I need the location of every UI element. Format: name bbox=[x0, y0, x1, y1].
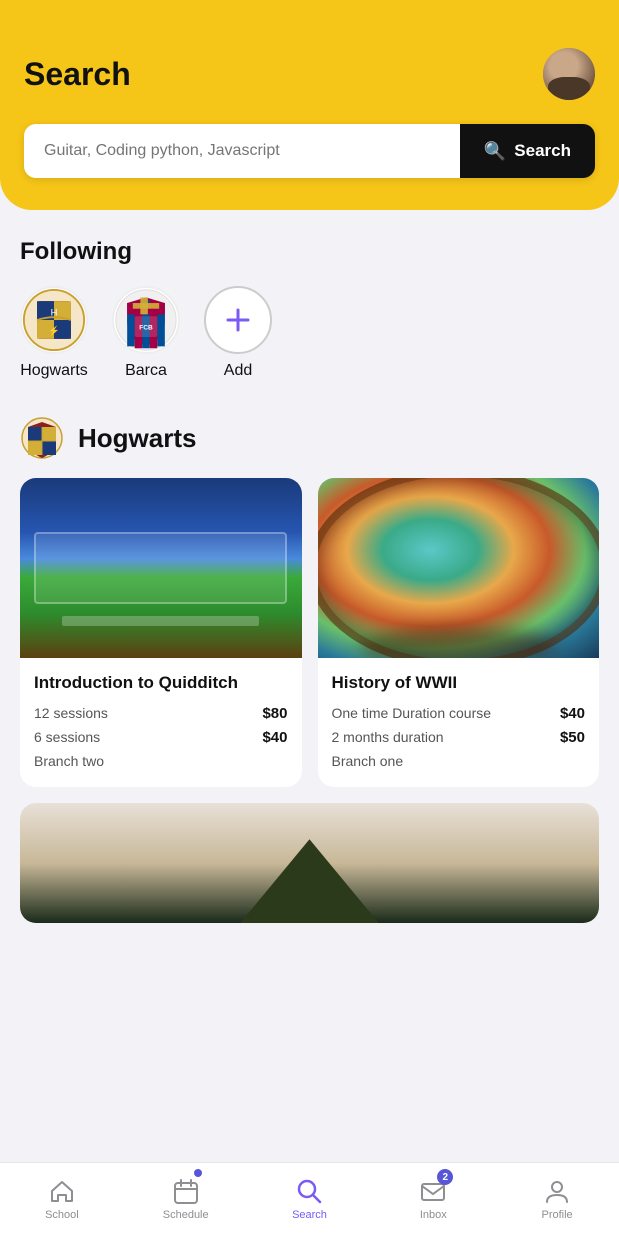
nav-label-schedule: Schedule bbox=[163, 1209, 209, 1221]
card-sessions-1: 12 sessions bbox=[34, 704, 108, 724]
nav-label-profile: Profile bbox=[541, 1209, 572, 1221]
school-name: Hogwarts bbox=[78, 423, 196, 454]
card-title-wwii: History of WWII bbox=[332, 672, 586, 694]
nav-item-inbox[interactable]: 2 Inbox bbox=[371, 1163, 495, 1234]
svg-text:⚡: ⚡ bbox=[48, 325, 60, 337]
card-title-quidditch: Introduction to Quidditch bbox=[34, 672, 288, 694]
nav-label-inbox: Inbox bbox=[420, 1209, 447, 1221]
card-quidditch[interactable]: Introduction to Quidditch 12 sessions $8… bbox=[20, 478, 302, 787]
hogwarts-crest-icon: H ⚡ bbox=[22, 288, 86, 352]
school-section-hogwarts: Hogwarts Introduction to Quidditch 12 se… bbox=[20, 416, 599, 923]
plus-icon bbox=[222, 304, 254, 336]
plant-image bbox=[20, 803, 599, 923]
hogwarts-label: Hogwarts bbox=[20, 362, 88, 380]
house-icon bbox=[48, 1177, 76, 1205]
nav-label-search: Search bbox=[292, 1209, 327, 1221]
add-badge bbox=[204, 286, 272, 354]
following-title: Following bbox=[20, 238, 599, 266]
card-body-quidditch: Introduction to Quidditch 12 sessions $8… bbox=[20, 658, 302, 787]
header-section: Search 🔍 Search bbox=[0, 0, 619, 210]
svg-text:H: H bbox=[51, 306, 58, 317]
hogwarts-badge: H ⚡ bbox=[20, 286, 88, 354]
header-top: Search bbox=[24, 48, 595, 100]
card-duration-2: 2 months duration bbox=[332, 728, 444, 748]
nav-item-schedule[interactable]: Schedule bbox=[124, 1163, 248, 1234]
following-item-add[interactable]: Add bbox=[204, 286, 272, 380]
school-header: Hogwarts bbox=[20, 416, 599, 460]
card-detail-row-4: 2 months duration $50 bbox=[332, 728, 586, 748]
card-branch-quidditch: Branch two bbox=[34, 753, 288, 769]
following-item-hogwarts[interactable]: H ⚡ Hogwarts bbox=[20, 286, 88, 380]
globe-image bbox=[318, 478, 600, 658]
nav-item-profile[interactable]: Profile bbox=[495, 1163, 619, 1234]
nav-item-search[interactable]: Search bbox=[248, 1163, 372, 1234]
svg-text:FCB: FCB bbox=[139, 324, 153, 331]
search-bar: 🔍 Search bbox=[24, 124, 595, 178]
school-crest-icon bbox=[20, 416, 64, 460]
following-section: Following H ⚡ Ho bbox=[20, 238, 599, 380]
card-detail-row-2: 6 sessions $40 bbox=[34, 728, 288, 748]
barca-badge: FCB bbox=[112, 286, 180, 354]
nav-item-school[interactable]: School bbox=[0, 1163, 124, 1234]
search-icon: 🔍 bbox=[484, 141, 506, 162]
card-price-3: $40 bbox=[560, 705, 585, 722]
search-button-label: Search bbox=[514, 141, 571, 161]
following-item-barca[interactable]: FCB Barca bbox=[112, 286, 180, 380]
stadium-image bbox=[20, 478, 302, 658]
barca-crest-icon: FCB bbox=[114, 288, 178, 352]
barca-label: Barca bbox=[125, 362, 167, 380]
search-input[interactable] bbox=[24, 124, 460, 178]
card-body-wwii: History of WWII One time Duration course… bbox=[318, 658, 600, 787]
main-content: Following H ⚡ Ho bbox=[0, 210, 619, 1047]
card-branch-wwii: Branch one bbox=[332, 753, 586, 769]
add-label: Add bbox=[224, 362, 252, 380]
page-title: Search bbox=[24, 56, 131, 93]
calendar-icon bbox=[172, 1177, 200, 1205]
bottom-nav: School Schedule Search 2 Inbox Profil bbox=[0, 1162, 619, 1246]
search-nav-icon bbox=[295, 1177, 323, 1205]
schedule-dot bbox=[194, 1169, 202, 1177]
inbox-badge: 2 bbox=[437, 1169, 453, 1185]
card-detail-row-1: 12 sessions $80 bbox=[34, 704, 288, 724]
cards-grid: Introduction to Quidditch 12 sessions $8… bbox=[20, 478, 599, 787]
card-price-2: $40 bbox=[262, 729, 287, 746]
avatar[interactable] bbox=[543, 48, 595, 100]
card-sessions-2: 6 sessions bbox=[34, 728, 100, 748]
avatar-image bbox=[543, 48, 595, 100]
card-detail-row-3: One time Duration course $40 bbox=[332, 704, 586, 724]
person-icon bbox=[543, 1177, 571, 1205]
card-partial[interactable] bbox=[20, 803, 599, 923]
card-wwii[interactable]: History of WWII One time Duration course… bbox=[318, 478, 600, 787]
search-button[interactable]: 🔍 Search bbox=[460, 124, 595, 178]
card-duration-1: One time Duration course bbox=[332, 704, 492, 724]
following-list: H ⚡ Hogwarts bbox=[20, 286, 599, 380]
nav-label-school: School bbox=[45, 1209, 79, 1221]
card-price-4: $50 bbox=[560, 729, 585, 746]
card-price-1: $80 bbox=[262, 705, 287, 722]
